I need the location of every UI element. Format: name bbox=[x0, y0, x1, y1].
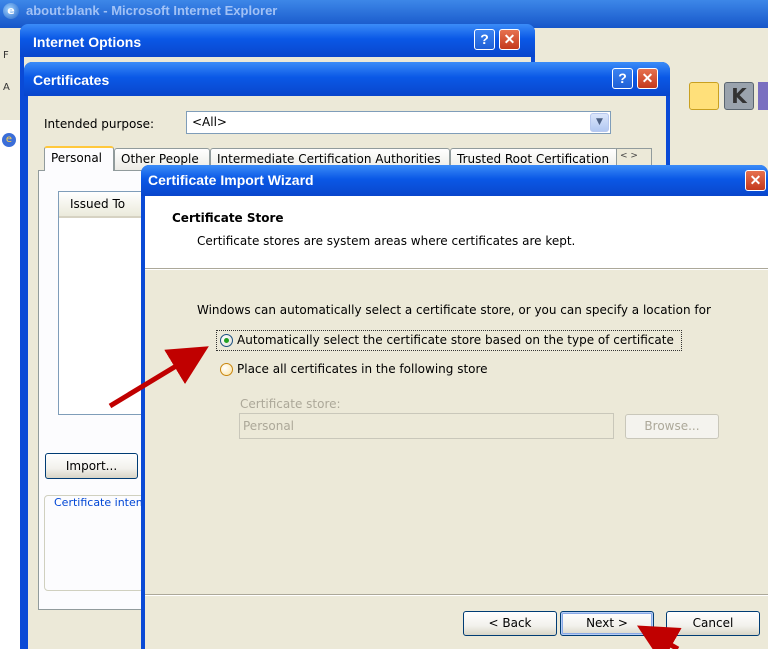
wizard-header-panel bbox=[145, 196, 768, 268]
certificates-close-button[interactable]: ✕ bbox=[637, 68, 658, 89]
k-toolbar-icon[interactable]: K bbox=[724, 82, 754, 110]
import-wizard-close-button[interactable]: ✕ bbox=[745, 170, 766, 191]
tab-personal[interactable]: Personal bbox=[44, 146, 114, 171]
cancel-button[interactable]: Cancel bbox=[666, 611, 760, 636]
ie-window-title: about:blank - Microsoft Internet Explore… bbox=[26, 3, 278, 18]
browse-button: Browse... bbox=[625, 414, 719, 439]
wizard-heading: Certificate Store bbox=[172, 211, 284, 225]
internet-options-help-button[interactable]: ? bbox=[474, 29, 495, 50]
certificates-title: Certificates bbox=[33, 72, 110, 88]
ie-content-area bbox=[0, 120, 22, 649]
favorites-toolbar-icon[interactable] bbox=[689, 82, 719, 110]
internet-options-close-button[interactable]: ✕ bbox=[499, 29, 520, 50]
place-in-store-label[interactable]: Place all certificates in the following … bbox=[237, 362, 488, 376]
import-button[interactable]: Import... bbox=[45, 453, 138, 479]
certificates-title-bar[interactable] bbox=[24, 62, 670, 96]
ie-logo-icon: e bbox=[3, 3, 19, 19]
wizard-header-divider bbox=[145, 268, 768, 270]
auto-select-store-radio[interactable] bbox=[220, 334, 233, 347]
certificate-list[interactable] bbox=[58, 191, 148, 415]
wizard-footer-divider bbox=[145, 594, 768, 596]
ie-address-letter: A bbox=[3, 82, 10, 93]
tab-scroll-buttons[interactable]: < > bbox=[616, 148, 652, 166]
intended-purpose-label: Intended purpose: bbox=[44, 117, 155, 131]
intended-purposes-group bbox=[44, 495, 144, 591]
ie-menu-letter: F bbox=[3, 50, 9, 61]
next-button[interactable]: Next > bbox=[560, 611, 654, 636]
certificates-help-button[interactable]: ? bbox=[612, 68, 633, 89]
place-in-store-radio[interactable] bbox=[220, 363, 233, 376]
column-header-issued-to[interactable]: Issued To bbox=[59, 192, 147, 218]
back-button[interactable]: < Back bbox=[463, 611, 557, 636]
internet-options-title: Internet Options bbox=[33, 34, 142, 50]
toolbar-icon[interactable] bbox=[758, 82, 768, 110]
wizard-intro-text: Windows can automatically select a certi… bbox=[197, 303, 711, 317]
certificate-store-label: Certificate store: bbox=[240, 397, 341, 411]
wizard-subheading: Certificate stores are system areas wher… bbox=[197, 234, 576, 248]
chevron-down-icon[interactable]: ▼ bbox=[590, 113, 609, 132]
ie-page-icon: e bbox=[2, 133, 16, 147]
import-wizard-title: Certificate Import Wizard bbox=[148, 172, 314, 188]
certificate-store-field: Personal bbox=[239, 413, 614, 439]
auto-select-store-label[interactable]: Automatically select the certificate sto… bbox=[237, 333, 674, 347]
intended-purpose-select[interactable]: <All> bbox=[186, 111, 611, 134]
